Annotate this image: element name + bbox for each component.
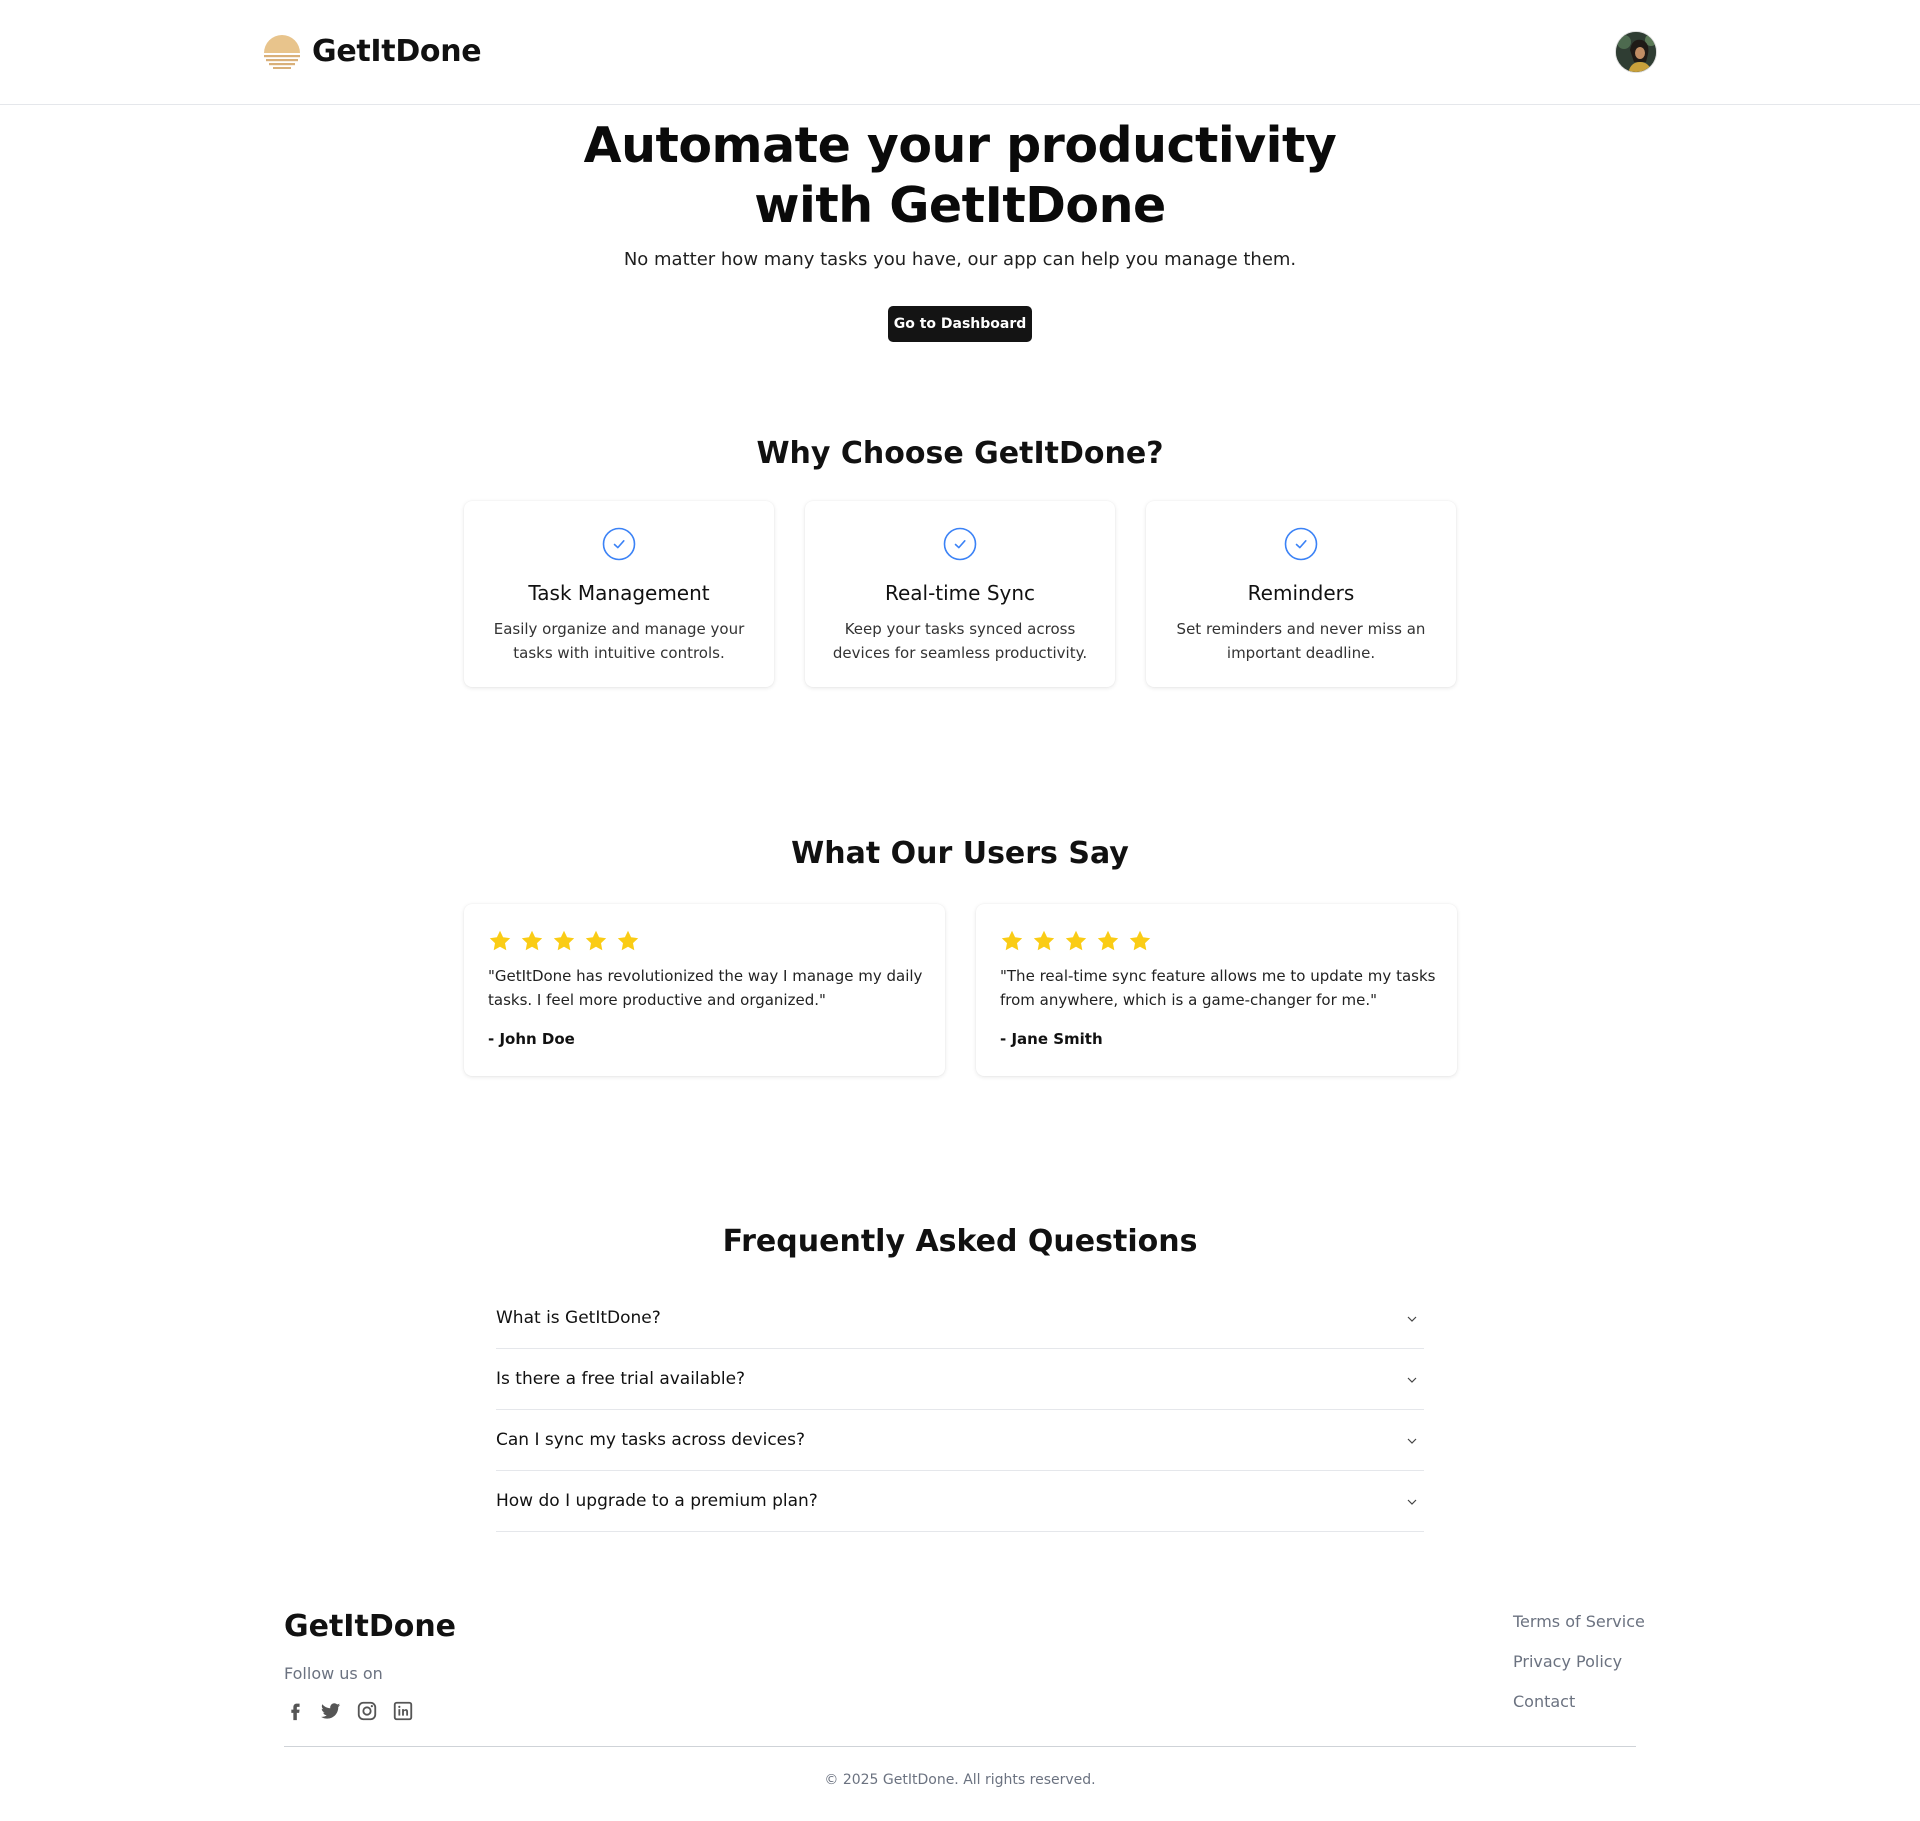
footer-links: Terms of Service Privacy Policy Contact xyxy=(1513,1612,1645,1732)
hero-title-line-1: Automate your productivity xyxy=(583,117,1337,174)
star-icon xyxy=(1097,930,1119,951)
faq-title: Frequently Asked Questions xyxy=(722,1224,1198,1259)
faq-item[interactable]: What is GetItDone? xyxy=(496,1288,1424,1349)
star-icon xyxy=(617,930,639,951)
features-title: Why Choose GetItDone? xyxy=(756,436,1164,471)
feature-card: Task Management Easily organize and mana… xyxy=(464,501,774,687)
faq-item[interactable]: How do I upgrade to a premium plan? xyxy=(496,1471,1424,1532)
faq-question: How do I upgrade to a premium plan? xyxy=(496,1491,818,1511)
hero-title: Automate your productivity with GetItDon… xyxy=(0,116,1920,236)
star-icon xyxy=(553,930,575,951)
contact-link[interactable]: Contact xyxy=(1513,1692,1645,1712)
footer-divider xyxy=(284,1746,1636,1747)
star-icon xyxy=(585,930,607,951)
avatar-image xyxy=(1616,32,1656,72)
facebook-icon[interactable] xyxy=(284,1700,306,1722)
footer-brand-name: GetItDone xyxy=(284,1609,457,1644)
brand[interactable]: GetItDone xyxy=(262,31,482,71)
feature-card: Real-time Sync Keep your tasks synced ac… xyxy=(805,501,1115,687)
social-links xyxy=(284,1700,414,1722)
testimonials-title: What Our Users Say xyxy=(791,836,1129,871)
linkedin-icon[interactable] xyxy=(392,1700,414,1722)
star-icon xyxy=(1129,930,1151,951)
privacy-policy-link[interactable]: Privacy Policy xyxy=(1513,1652,1645,1672)
sunset-logo-icon xyxy=(264,35,300,69)
star-icon xyxy=(521,930,543,951)
testimonial-quote: "The real-time sync feature allows me to… xyxy=(1000,967,1436,1009)
faq-item[interactable]: Can I sync my tasks across devices? xyxy=(496,1410,1424,1471)
feature-title: Task Management xyxy=(528,581,710,605)
brand-name: GetItDone xyxy=(312,33,482,69)
star-icon xyxy=(1001,930,1023,951)
feature-description: Easily organize and manage your tasks wi… xyxy=(493,620,745,662)
chevron-down-icon xyxy=(1407,1316,1417,1322)
faq-question: Is there a free trial available? xyxy=(496,1369,746,1389)
faq-item[interactable]: Is there a free trial available? xyxy=(496,1349,1424,1410)
testimonial-author: - Jane Smith xyxy=(1000,1030,1103,1048)
star-icon xyxy=(1065,930,1087,951)
testimonial-quote: "GetItDone has revolutionized the way I … xyxy=(488,967,923,1009)
hero-subtitle: No matter how many tasks you have, our a… xyxy=(623,249,1297,270)
faq-question: Can I sync my tasks across devices? xyxy=(496,1430,806,1450)
check-circle-icon xyxy=(602,527,636,561)
testimonial-card: "GetItDone has revolutionized the way I … xyxy=(464,904,945,1076)
star-rating xyxy=(1000,929,1152,953)
star-icon xyxy=(1033,930,1055,951)
go-to-dashboard-button[interactable]: Go to Dashboard xyxy=(888,306,1032,342)
faq-question: What is GetItDone? xyxy=(496,1308,661,1328)
star-rating xyxy=(488,929,640,953)
hero-title-line-2: with GetItDone xyxy=(754,177,1166,234)
site-header: GetItDone xyxy=(0,0,1920,105)
feature-card: Reminders Set reminders and never miss a… xyxy=(1146,501,1456,687)
check-circle-icon xyxy=(1284,527,1318,561)
copyright-text: © 2025 GetItDone. All rights reserved. xyxy=(824,1772,1096,1788)
chevron-down-icon xyxy=(1407,1438,1417,1444)
chevron-down-icon xyxy=(1407,1377,1417,1383)
testimonial-card: "The real-time sync feature allows me to… xyxy=(976,904,1457,1076)
check-circle-icon xyxy=(943,527,977,561)
follow-us-label: Follow us on xyxy=(284,1664,383,1683)
feature-description: Set reminders and never miss an importan… xyxy=(1176,620,1426,662)
chevron-down-icon xyxy=(1407,1499,1417,1505)
instagram-icon[interactable] xyxy=(356,1700,378,1722)
feature-description: Keep your tasks synced across devices fo… xyxy=(832,620,1088,662)
terms-of-service-link[interactable]: Terms of Service xyxy=(1513,1612,1645,1632)
feature-title: Reminders xyxy=(1247,581,1355,605)
star-icon xyxy=(489,930,511,951)
testimonial-author: - John Doe xyxy=(488,1030,575,1048)
user-avatar[interactable] xyxy=(1615,31,1657,73)
twitter-icon[interactable] xyxy=(320,1700,342,1722)
feature-title: Real-time Sync xyxy=(884,581,1036,605)
